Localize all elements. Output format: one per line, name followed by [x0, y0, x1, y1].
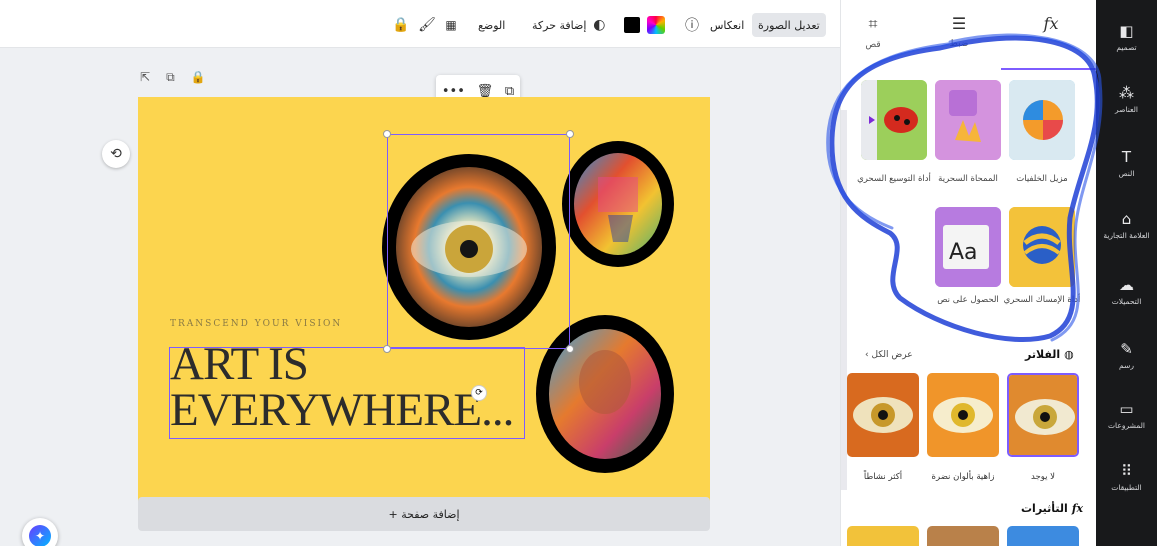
magic-eraser-label: الممحاة السحرية: [938, 174, 998, 184]
magic-assistant-button[interactable]: ✦: [22, 518, 58, 546]
filter-vivid-label: زاهية بألوان نضرة: [931, 472, 995, 482]
effects-section-title: التأثيرات fx: [1021, 502, 1083, 515]
text-icon: T: [1121, 148, 1132, 166]
active-tab-indicator: [1001, 68, 1096, 70]
edit-image-panel: ⌗ قص ☰ ضبط fx مزيل الخلفيات الممحاة السح…: [840, 0, 1096, 546]
flip-button[interactable]: انعكاس: [710, 13, 744, 37]
fx-icon: fx: [1071, 502, 1084, 515]
see-all-link[interactable]: ‹ عرض الكل: [865, 350, 913, 360]
filter-none-card[interactable]: [1007, 373, 1079, 457]
image-selection-box[interactable]: [387, 134, 570, 349]
add-page-button[interactable]: + إضافة صفحة: [138, 497, 710, 531]
sidebar-item-label: تصميم: [1116, 43, 1137, 52]
animation-icon: ◐: [593, 17, 606, 33]
design-page[interactable]: TRANSCEND YOUR VISION ART IS EVERYWHERE.…: [138, 97, 710, 525]
sidebar-item-elements[interactable]: ⁂ العناصر: [1096, 84, 1157, 114]
tagline[interactable]: TRANSCEND YOUR VISION: [170, 319, 342, 329]
draw-icon: ✎: [1120, 340, 1133, 358]
svg-text:Aa: Aa: [949, 240, 978, 265]
sidebar-item-draw[interactable]: ✎ رسم: [1096, 340, 1157, 370]
layout-icon: ◧: [1119, 22, 1134, 40]
sidebar-item-text[interactable]: T النص: [1096, 148, 1157, 178]
lock-icon[interactable]: 🔒: [392, 13, 410, 37]
filters-title: الفلاتر: [1025, 348, 1061, 361]
brand-icon: ⌂: [1121, 210, 1132, 228]
editor-app: 🔒 🖌 ▦ الوضع إضافة حركة ◐ ⓘ انعكاس تعديل …: [0, 0, 1157, 546]
resize-handle[interactable]: [566, 345, 574, 353]
tab-effects[interactable]: fx: [1019, 14, 1083, 39]
effects-title: التأثيرات: [1021, 502, 1068, 515]
add-note-icon[interactable]: ⇱: [140, 70, 150, 85]
filters-section-title: الفلاتر ◍: [1025, 348, 1074, 361]
add-animation-button[interactable]: إضافة حركة ◐: [532, 13, 608, 37]
resize-handle[interactable]: [383, 130, 391, 138]
paint-roller-icon[interactable]: 🖌: [418, 13, 436, 37]
color-picker-swatch[interactable]: [647, 13, 665, 37]
top-toolbar: 🔒 🖌 ▦ الوضع إضافة حركة ◐ ⓘ انعكاس تعديل …: [0, 0, 840, 48]
elements-icon: ⁂: [1119, 84, 1134, 102]
sidebar-item-label: العناصر: [1114, 105, 1139, 114]
color-black-swatch[interactable]: [624, 13, 640, 37]
sidebar-item-projects[interactable]: ▭ المشروعات: [1096, 400, 1157, 430]
sidebar-item-apps[interactable]: ⠿ التطبيقات: [1096, 462, 1157, 492]
bg-remover-card[interactable]: [1009, 80, 1075, 160]
position-button[interactable]: الوضع: [478, 13, 505, 37]
sidebar-item-label: التحميلات: [1111, 297, 1142, 306]
fx-icon: fx: [1043, 14, 1059, 33]
text-rotate-icon[interactable]: ⟳: [471, 385, 487, 401]
sparkle-icon: ✦: [29, 525, 51, 546]
see-all-label: عرض الكل: [871, 350, 913, 360]
filter-vivid-card[interactable]: [927, 373, 999, 457]
filters-icon: ◍: [1064, 348, 1074, 361]
sidebar-item-label: رسم: [1119, 361, 1134, 370]
grab-text-label: الحصول على نص: [937, 295, 999, 305]
tab-adjust[interactable]: ☰ ضبط: [927, 14, 991, 49]
transparency-icon[interactable]: ▦: [442, 13, 460, 37]
magic-eraser-card[interactable]: [935, 80, 1001, 160]
sliders-icon: ☰: [951, 14, 967, 33]
sidebar-item-brand[interactable]: ⌂ العلامة التجارية: [1096, 210, 1157, 240]
effect-card[interactable]: [847, 526, 919, 546]
panel-tabs: ⌗ قص ☰ ضبط fx: [841, 0, 1096, 70]
sidebar-item-uploads[interactable]: ☁ التحميلات: [1096, 276, 1157, 306]
position-label: الوضع: [478, 18, 506, 32]
grab-text-card[interactable]: Aa: [935, 207, 1001, 287]
magic-grab-card[interactable]: [1009, 207, 1075, 287]
sidebar-rail: ◧ تصميم ⁂ العناصر T النص ⌂ العلامة التجارية …: [1096, 0, 1157, 546]
rotate-icon[interactable]: ⟲: [102, 140, 130, 168]
sidebar-item-design[interactable]: ◧ تصميم: [1096, 22, 1157, 52]
tab-crop-label: قص: [865, 40, 881, 50]
edit-image-label: تعديل الصورة: [758, 18, 820, 32]
sidebar-item-label: النص: [1118, 169, 1135, 178]
resize-handle[interactable]: [566, 130, 574, 138]
canvas-area: ⇱ ⧉ 🔒 ••• 🗑 ⧉ ⟲ TRANSCEND YOUR VISION AR…: [0, 48, 830, 546]
filter-active-card[interactable]: [847, 373, 919, 457]
effect-card[interactable]: [1007, 526, 1079, 546]
edit-image-button[interactable]: تعديل الصورة: [752, 13, 826, 37]
tab-adjust-label: ضبط: [949, 39, 969, 49]
folder-icon: ▭: [1119, 400, 1134, 418]
sidebar-item-label: العلامة التجارية: [1103, 231, 1150, 240]
sidebar-item-label: المشروعات: [1108, 421, 1145, 430]
lock-page-icon[interactable]: 🔒: [191, 70, 206, 85]
crop-icon: ⌗: [868, 14, 878, 33]
info-icon[interactable]: ⓘ: [683, 13, 701, 37]
filter-none-label: لا يوجد: [1030, 472, 1056, 482]
tab-crop[interactable]: ⌗ قص: [841, 14, 905, 50]
flip-label: انعكاس: [710, 18, 745, 32]
upload-icon: ☁: [1119, 276, 1134, 294]
resize-handle[interactable]: [383, 345, 391, 353]
sidebar-item-label: التطبيقات: [1111, 483, 1142, 492]
magic-expand-card[interactable]: [861, 80, 927, 160]
bg-remover-label: مزيل الخلفيات: [1016, 174, 1068, 184]
duplicate-page-icon[interactable]: ⧉: [166, 70, 175, 85]
effect-card[interactable]: [927, 526, 999, 546]
apps-icon: ⠿: [1121, 462, 1132, 480]
magic-grab-label: أداة الإمساك السحري: [1003, 295, 1081, 305]
magic-expand-label: أداة التوسيع السحري: [857, 174, 931, 184]
add-animation-label: إضافة حركة: [532, 18, 587, 32]
page-tools: ⇱ ⧉ 🔒: [140, 70, 206, 85]
filter-active-label: أكثر نشاطاً: [863, 472, 903, 482]
